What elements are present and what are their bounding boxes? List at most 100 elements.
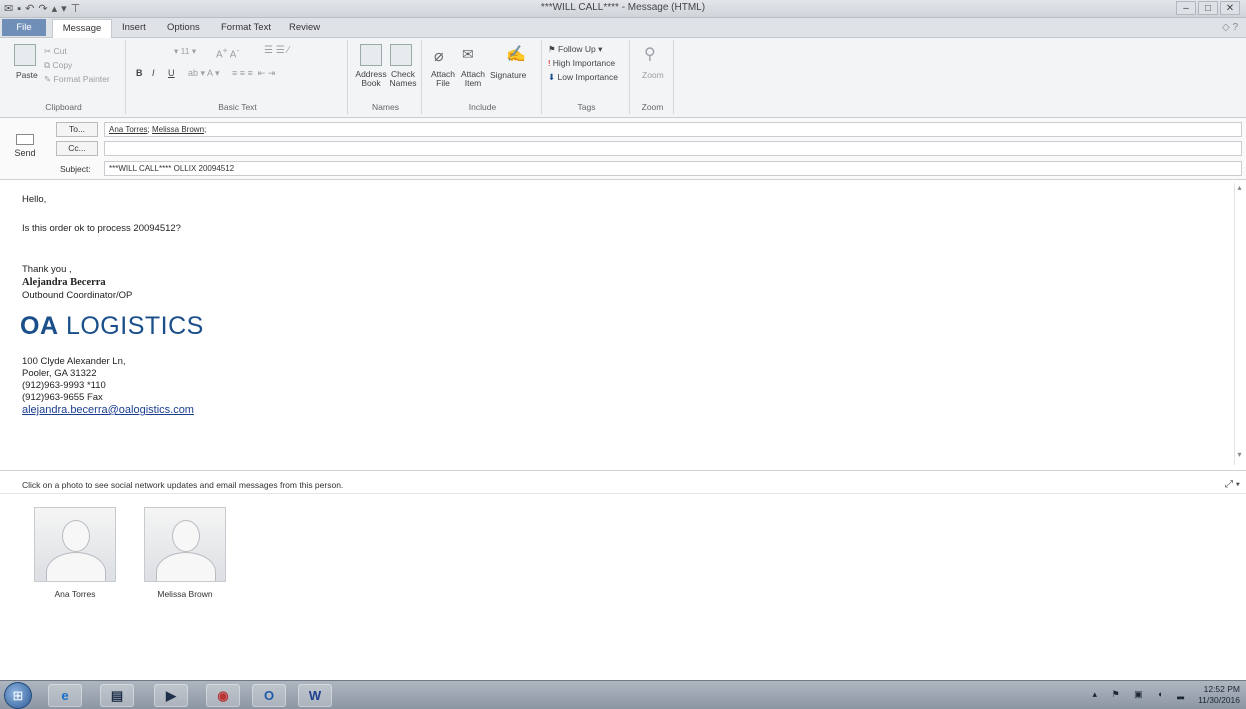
down-arrow-icon: ⬇ <box>548 72 556 82</box>
tab-message[interactable]: Message <box>52 19 112 38</box>
explorer-icon[interactable]: ▤ <box>100 684 134 707</box>
exclamation-icon: ! <box>548 58 551 68</box>
system-tray[interactable]: ▴ ⚑ ▣ ◖ ▂ <box>1093 689 1190 700</box>
greeting-text: Hello, <box>22 194 47 205</box>
taskbar: ⊞ e ▤ ▶ ◉ O W ▴ ⚑ ▣ ◖ ▂ 12:52 PM 11/30/2… <box>0 680 1246 709</box>
font-size-value: 11 <box>180 46 190 56</box>
scroll-up-icon[interactable]: ▴ <box>1235 183 1244 192</box>
high-importance-button[interactable]: ! High Importance <box>548 58 615 68</box>
send-button[interactable]: Send <box>8 132 42 170</box>
oa-logistics-logo: OA LOGISTICS <box>20 312 204 341</box>
to-button[interactable]: To... <box>56 122 98 137</box>
ribbon-tabs: File Message Insert Options Format Text … <box>0 18 1246 38</box>
to-field[interactable]: Ana Torres; Melissa Brown; <box>104 122 1242 137</box>
help-icon[interactable]: ◇ ? <box>1222 22 1238 33</box>
person-name-ana-torres[interactable]: Ana Torres <box>34 589 116 599</box>
email-link[interactable]: alejandra.becerra@oalogistics.com <box>22 404 194 416</box>
signature-button[interactable]: Signature <box>490 70 526 80</box>
tags-group-label: Tags <box>577 102 596 112</box>
clock-date: 11/30/2016 <box>1198 695 1240 705</box>
high-importance-label: High Importance <box>552 58 616 68</box>
zoom-group: ⚲ Zoom Zoom <box>632 40 674 114</box>
tab-options[interactable]: Options <box>167 22 200 33</box>
thanks-text: Thank you , <box>22 264 72 275</box>
check-names-button[interactable]: Check Names <box>388 70 418 88</box>
scissors-icon: ✂ <box>44 46 52 56</box>
low-importance-button[interactable]: ⬇ Low Importance <box>548 72 618 83</box>
format-painter-button[interactable]: ✎ Format Painter <box>44 74 110 85</box>
highlight-icon[interactable]: ab ▾ A ▾ <box>188 68 220 79</box>
body-line: Is this order ok to process 20094512? <box>22 223 181 234</box>
basic-text-group: ▾ 11 ▾ A+ A- ☰ ☰ ⁄ B I U ab ▾ A ▾ ≡ ≡ ≡ … <box>128 40 348 114</box>
word-icon[interactable]: W <box>298 684 332 707</box>
tab-file[interactable]: File <box>2 19 46 36</box>
ie-icon[interactable]: e <box>48 684 82 707</box>
tab-format-text[interactable]: Format Text <box>221 22 271 33</box>
subject-label: Subject: <box>60 164 91 174</box>
follow-up-label: Follow Up <box>558 44 596 54</box>
check-names-icon <box>390 44 412 66</box>
cc-button[interactable]: Cc... <box>56 141 98 156</box>
person-photo-ana-torres[interactable] <box>34 507 116 582</box>
close-button[interactable]: ✕ <box>1220 1 1240 15</box>
tab-review[interactable]: Review <box>289 22 320 33</box>
font-size-select[interactable]: ▾ 11 ▾ <box>174 46 196 57</box>
follow-up-button[interactable]: ⚑ Follow Up ▾ <box>548 44 602 55</box>
cc-field[interactable] <box>104 141 1242 156</box>
clipboard-group-label: Clipboard <box>45 102 82 112</box>
minimize-button[interactable]: – <box>1176 1 1196 15</box>
underline-button[interactable]: U <box>168 68 175 78</box>
paste-icon[interactable] <box>14 44 36 66</box>
title-bar: ✉ ▪ ↶ ↷ ▴ ▾ ⊤ ***WILL CALL**** - Message… <box>0 0 1246 18</box>
send-label: Send <box>14 148 36 158</box>
copy-button[interactable]: ⧉ Copy <box>44 60 72 71</box>
align-icon[interactable]: ≡ ≡ ≡ ⇤ ⇥ <box>232 68 275 79</box>
people-pane-header: Click on a photo to see social network u… <box>0 476 1246 494</box>
copy-icon: ⧉ <box>44 60 51 70</box>
cut-button[interactable]: ✂ Cut <box>44 46 67 57</box>
bold-button[interactable]: B <box>136 68 143 78</box>
address-line-2: Pooler, GA 31322 <box>22 368 97 379</box>
expand-collapse-icon[interactable]: ⤢ ▾ <box>1225 479 1240 490</box>
italic-button[interactable]: I <box>152 68 155 78</box>
attach-item-button[interactable]: Attach Item <box>458 70 488 88</box>
include-group-label: Include <box>468 102 497 112</box>
envelope-icon: ✉ <box>462 46 474 62</box>
phone-text: (912)963-9993 *110 <box>22 380 106 391</box>
body-scrollbar[interactable]: ▴ ▾ <box>1234 183 1244 465</box>
basic-text-group-label: Basic Text <box>218 102 257 112</box>
ribbon: Paste ✂ Cut ⧉ Copy ✎ Format Painter Clip… <box>0 38 1246 118</box>
subject-field[interactable]: ***WILL CALL**** OLLIX 20094512 <box>104 161 1242 176</box>
tab-insert[interactable]: Insert <box>122 22 146 33</box>
start-icon[interactable]: ⊞ <box>4 682 32 709</box>
copy-label: Copy <box>52 60 73 70</box>
paste-button[interactable]: Paste <box>16 70 38 80</box>
maximize-button[interactable]: □ <box>1198 1 1218 15</box>
scroll-down-icon[interactable]: ▾ <box>1235 450 1244 459</box>
tags-group: ⚑ Follow Up ▾ ! High Importance ⬇ Low Im… <box>544 40 630 114</box>
names-group-label: Names <box>372 102 399 112</box>
message-body[interactable]: Hello, Is this order ok to process 20094… <box>0 181 1240 466</box>
recipient-ana-torres[interactable]: Ana Torres <box>109 125 148 134</box>
clock-time: 12:52 PM <box>1203 684 1240 694</box>
paperclip-icon: ⌀ <box>434 48 444 65</box>
address-book-button[interactable]: Address Book <box>354 70 388 88</box>
clock[interactable]: 12:52 PM 11/30/2016 <box>1198 684 1240 706</box>
zoom-button[interactable]: Zoom <box>642 70 664 80</box>
bullets-icon[interactable]: ☰ ☰ ⁄ <box>264 45 289 56</box>
attach-file-button[interactable]: Attach File <box>428 70 458 88</box>
person-photo-melissa-brown[interactable] <box>144 507 226 582</box>
chrome-icon[interactable]: ◉ <box>206 684 240 707</box>
avatar-head <box>62 520 90 552</box>
message-header: Send To... Ana Torres; Melissa Brown; Cc… <box>0 118 1246 180</box>
format-painter-label: Format Painter <box>53 74 110 84</box>
signature-icon: ✍ <box>506 46 526 63</box>
grow-font-icon[interactable]: A+ A- <box>216 45 239 60</box>
avatar-body <box>156 552 216 581</box>
recipient-melissa-brown[interactable]: Melissa Brown <box>152 125 204 134</box>
window-controls: – □ ✕ <box>1176 1 1240 15</box>
person-name-melissa-brown[interactable]: Melissa Brown <box>144 589 226 599</box>
zoom-group-label: Zoom <box>641 102 664 112</box>
media-player-icon[interactable]: ▶ <box>154 684 188 707</box>
outlook-icon[interactable]: O <box>252 684 286 707</box>
